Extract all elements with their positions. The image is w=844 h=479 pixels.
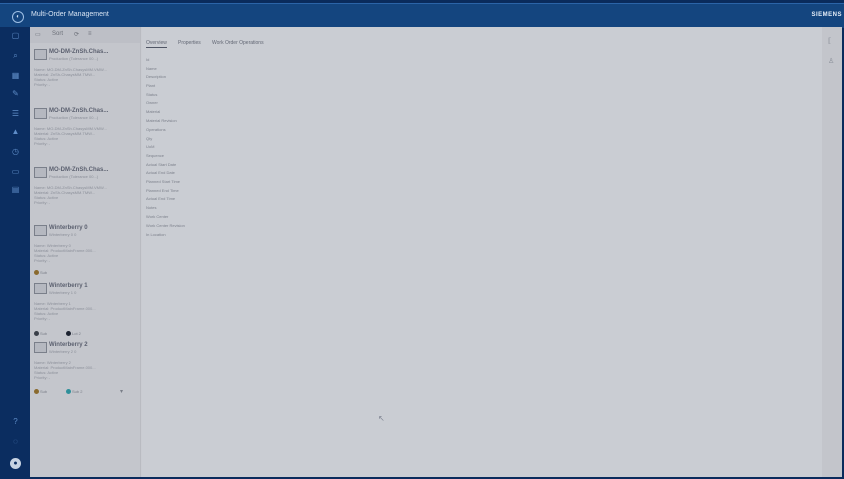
card-subtitle: Production (Tolerance 00...): [49, 56, 99, 61]
tab-properties[interactable]: Properties: [178, 40, 201, 46]
settings-icon[interactable]: ▤: [11, 185, 20, 194]
info-icon[interactable]: ◌: [11, 437, 20, 446]
status-badge: Sub: [34, 270, 47, 276]
card-title: MO-DM-ZnSh.Chas...: [49, 108, 109, 114]
nav-rail: ▢ ⌕ ▦ ✎ ☰ ▲ ◷ ▭ ▤ ? ◌ ●: [0, 27, 30, 479]
field-label: UoM: [146, 144, 155, 149]
card-title: Winterberry 0: [49, 225, 88, 231]
app-title: Multi-Order Management: [31, 11, 109, 18]
wrench-icon[interactable]: ✎: [11, 89, 20, 98]
app-window: ◐ Multi-Order Management SIEMENS ▢ ⌕ ▦ ✎…: [0, 0, 844, 479]
field-label: Work Center: [146, 214, 169, 219]
field-label: In Location: [146, 232, 166, 237]
order-icon: [34, 283, 47, 294]
field-label: Notes: [146, 205, 157, 210]
card-title: Winterberry 1: [49, 283, 88, 289]
user-icon[interactable]: ▲: [11, 127, 20, 136]
field-label: Owner: [146, 100, 158, 105]
tab-work-order-operations[interactable]: Work Order Operations: [212, 40, 264, 46]
card-subtitle: Production (Tolerance 00...): [49, 174, 99, 179]
card-line: Priority: -: [34, 258, 50, 263]
clock-icon[interactable]: ◷: [11, 147, 20, 156]
grid-icon[interactable]: ▦: [11, 71, 20, 80]
field-label: Work Center Revision: [146, 223, 185, 228]
card-line: Priority: -: [34, 316, 50, 321]
card-line: Priority: -: [34, 141, 50, 146]
card-title: Winterberry 2: [49, 342, 88, 348]
avatar[interactable]: ●: [10, 458, 21, 469]
menu-icon[interactable]: ≡: [88, 31, 92, 37]
order-icon: [34, 49, 47, 60]
field-label: Plant: [146, 83, 156, 88]
mouse-cursor-icon: ↖: [378, 414, 385, 423]
refresh-icon[interactable]: ⟳: [74, 31, 79, 38]
field-label: Operations: [146, 127, 166, 132]
card-line: Priority: -: [34, 82, 50, 87]
folder-icon[interactable]: ▭: [11, 167, 20, 176]
field-label: Description: [146, 74, 167, 79]
list-toolbar: ▭ Sort ⟳ ≡: [30, 27, 140, 43]
card-title: MO-DM-ZnSh.Chas...: [49, 49, 109, 55]
brand-logo: SIEMENS: [811, 12, 842, 18]
tab-overview[interactable]: Overview: [146, 40, 167, 48]
field-label: Planned End Time: [146, 188, 179, 193]
field-label: Material: [146, 109, 161, 114]
details-pane: Overview Properties Work Order Operation…: [142, 27, 822, 477]
card-title: MO-DM-ZnSh.Chas...: [49, 167, 109, 173]
card-subtitle: Winterberry 2 0: [49, 349, 77, 354]
card-line: Priority: -: [34, 375, 50, 380]
field-label: Sequence: [146, 153, 165, 158]
order-list-pane: ▭ Sort ⟳ ≡ MO-DM-ZnSh.Chas... Production…: [30, 27, 141, 477]
card-line: Priority: -: [34, 200, 50, 205]
card-subtitle: Production (Tolerance 00...): [49, 115, 99, 120]
field-label: Planned Start Time: [146, 179, 181, 184]
status-badge: Lot 2: [66, 331, 81, 337]
right-toolbar: ⟦ ♙: [822, 27, 842, 477]
field-label: Actual End Date: [146, 170, 175, 175]
field-label: Id: [146, 57, 150, 62]
help-icon[interactable]: ?: [11, 417, 20, 426]
field-label: Qty: [146, 136, 153, 141]
status-badge: Sub: [34, 389, 47, 395]
order-icon: [34, 342, 47, 353]
sort-button[interactable]: Sort: [52, 31, 63, 37]
field-label: Material Revision: [146, 118, 177, 123]
status-badge: Sub: [34, 331, 47, 337]
order-icon: [34, 225, 47, 236]
top-bar: ◐ Multi-Order Management SIEMENS: [0, 3, 844, 28]
field-label: Name: [146, 66, 157, 71]
field-label: Status: [146, 92, 158, 97]
order-icon: [34, 108, 47, 119]
main-screen: ▭ Sort ⟳ ≡ MO-DM-ZnSh.Chas... Production…: [30, 27, 842, 477]
order-icon: [34, 167, 47, 178]
search-icon[interactable]: ⌕: [11, 51, 20, 60]
card-subtitle: Winterberry 1 0: [49, 290, 77, 295]
card-subtitle: Winterberry 0 0: [49, 232, 77, 237]
field-label: Actual End Time: [146, 196, 176, 201]
app-logo-icon[interactable]: ◐: [12, 11, 24, 23]
select-all-icon[interactable]: ▭: [35, 31, 41, 38]
person-icon[interactable]: ♙: [828, 57, 834, 65]
field-label: Actual Start Date: [146, 162, 177, 167]
home-icon[interactable]: ▢: [11, 31, 20, 40]
status-badge: Sub 2: [66, 389, 82, 395]
expand-icon[interactable]: ⟦: [828, 37, 831, 45]
chevron-down-icon[interactable]: ▾: [120, 388, 123, 395]
list-icon[interactable]: ☰: [11, 109, 20, 118]
